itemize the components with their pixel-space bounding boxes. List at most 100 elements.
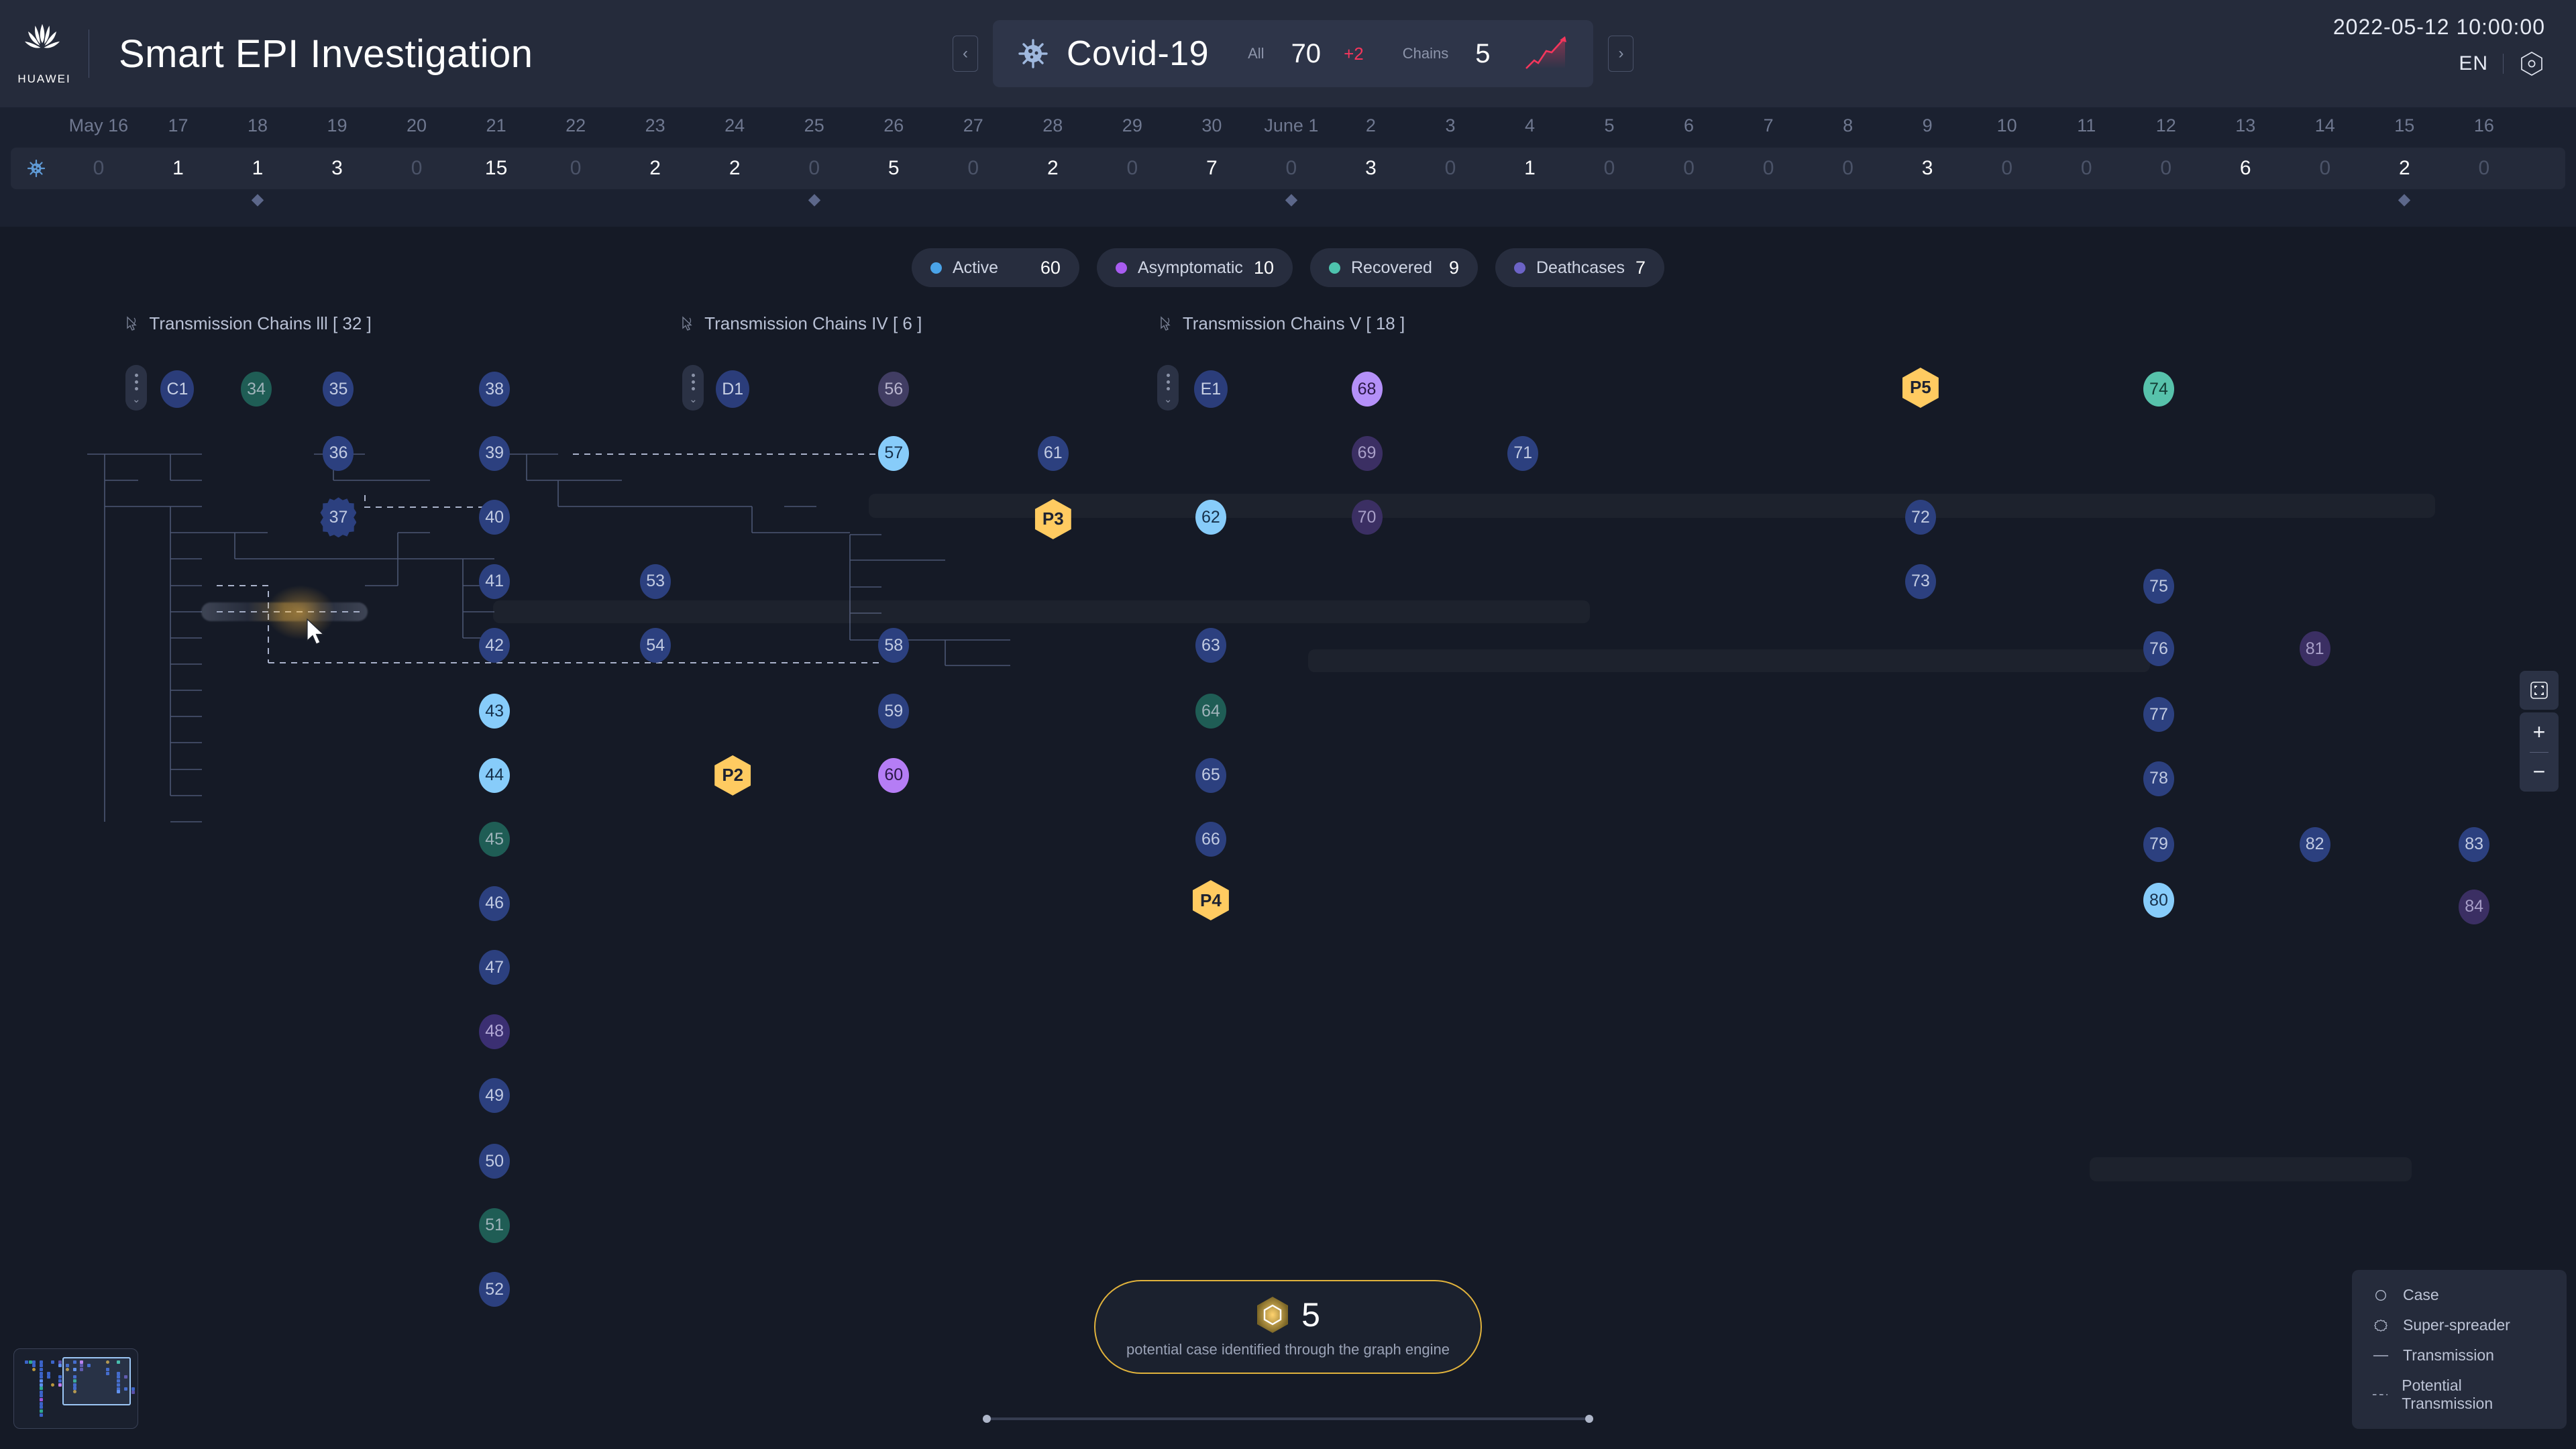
chain-menu-button-2[interactable]: ⌄ [682,364,704,411]
timeline-day-count[interactable]: 0 [1748,157,1788,180]
timeline-day-label[interactable]: 15 [2364,115,2445,136]
status-chip-deathcases[interactable]: Deathcases 7 [1495,248,1665,287]
timeline-day-count[interactable]: 6 [2225,157,2265,180]
timeline-counts-track[interactable]: 0 1 1 3 0 15 0 2 2 0 5 0 2 0 7 0 3 0 1 0 0 0 0 3 0 0 0 6 0 2 0 [11,148,2565,189]
timeline-day-count[interactable]: 0 [555,157,596,180]
timeline-day-count[interactable]: 2 [714,157,755,180]
timeline-day-label[interactable]: 23 [615,115,696,136]
timeline-day-label[interactable]: 27 [933,115,1014,136]
timeline-day-label[interactable]: 4 [1489,115,1570,136]
graph-node-66[interactable]: 66 [1195,822,1226,857]
timeline-day-label[interactable]: 5 [1569,115,1650,136]
graph-node-59[interactable]: 59 [878,694,910,729]
timeline-day-label[interactable]: 14 [2285,115,2365,136]
timeline-day-label[interactable]: 9 [1887,115,1968,136]
graph-node-43[interactable]: 43 [479,694,511,729]
graph-node-D1[interactable]: D1 [716,370,750,409]
timeline-day-count[interactable]: 7 [1191,157,1232,180]
timeline-day-count[interactable]: 1 [237,157,278,180]
timeline-day-count[interactable]: 0 [1987,157,2027,180]
timeline-day-count[interactable]: 0 [1430,157,1470,180]
timeline-day-count[interactable]: 0 [1589,157,1629,180]
graph-node-37[interactable]: 37 [320,497,357,538]
timeline-day-count[interactable]: 0 [1669,157,1709,180]
graph-node-E1[interactable]: E1 [1193,370,1228,409]
graph-node-56[interactable]: 56 [878,372,910,407]
timeline-day-label[interactable]: 17 [138,115,218,136]
timeline-day-count[interactable]: 0 [1271,157,1311,180]
timeline-day-count[interactable]: 1 [158,157,198,180]
graph-node-57[interactable]: 57 [878,435,910,471]
graph-node-71[interactable]: 71 [1507,435,1539,471]
graph-node-69[interactable]: 69 [1351,435,1383,471]
graph-node-78[interactable]: 78 [2143,761,2174,796]
timeline-day-label[interactable]: 19 [297,115,378,136]
chevron-down-icon[interactable]: ⌄ [132,394,141,405]
graph-node-61[interactable]: 61 [1037,435,1069,471]
chain-title-1[interactable]: Transmission Chains lll [ 32 ] [125,313,372,334]
graph-node-76[interactable]: 76 [2143,631,2174,667]
chain-title-2[interactable]: Transmission Chains IV [ 6 ] [680,313,922,334]
timeline-day-label[interactable]: 30 [1171,115,1252,136]
timeline-day-count[interactable]: 15 [476,157,517,180]
fit-to-screen-button[interactable] [2520,671,2559,710]
timeline-day-label[interactable]: 2 [1330,115,1411,136]
timeline-bar[interactable]: May 16 17 18 19 20 21 22 23 24 25 26 27 28 29 30 June 1… [0,107,2576,227]
graph-node-39[interactable]: 39 [479,435,511,471]
scrollbar-knob-left[interactable] [983,1415,991,1423]
next-disease-button[interactable]: › [1608,36,1634,72]
graph-node-64[interactable]: 64 [1195,694,1226,729]
timeline-day-label[interactable]: 12 [2126,115,2206,136]
timeline-day-label[interactable]: 20 [376,115,457,136]
timeline-day-count[interactable]: 2 [635,157,676,180]
graph-node-C1[interactable]: C1 [160,370,195,409]
timeline-day-label[interactable]: 26 [853,115,934,136]
timeline-day-label[interactable]: 7 [1728,115,1809,136]
timeline-day-label[interactable]: 18 [217,115,298,136]
graph-node-80[interactable]: 80 [2143,883,2174,918]
graph-node-62[interactable]: 62 [1195,500,1226,535]
language-selector[interactable]: EN [2459,52,2488,75]
timeline-day-count[interactable]: 5 [873,157,914,180]
graph-minimap[interactable] [13,1348,138,1429]
graph-node-73[interactable]: 73 [1904,564,1936,599]
status-chip-recovered[interactable]: Recovered 9 [1309,248,1478,287]
timeline-day-count[interactable]: 0 [1828,157,1868,180]
timeline-day-label[interactable]: 6 [1649,115,1729,136]
zoom-in-button[interactable]: + [2520,712,2559,752]
prev-disease-button[interactable]: ‹ [953,36,978,72]
graph-node-74[interactable]: 74 [2143,372,2174,407]
timeline-day-label[interactable]: May 16 [58,115,139,136]
timeline-day-count[interactable]: 3 [317,157,358,180]
disease-summary-card[interactable]: Covid-19 All 70 +2 Chains 5 [993,20,1594,87]
timeline-day-label[interactable]: 13 [2205,115,2286,136]
chevron-down-icon[interactable]: ⌄ [1164,394,1173,405]
graph-node-49[interactable]: 49 [479,1078,511,1114]
graph-node-75[interactable]: 75 [2143,569,2174,604]
graph-node-40[interactable]: 40 [479,500,511,535]
timeline-day-label[interactable]: June 1 [1251,115,1332,136]
graph-node-84[interactable]: 84 [2459,889,2490,924]
timeline-day-count[interactable]: 2 [1032,157,1073,180]
timeline-day-label[interactable]: 8 [1808,115,1888,136]
timeline-day-label[interactable]: 24 [694,115,775,136]
timeline-day-label[interactable]: 3 [1410,115,1491,136]
graph-node-58[interactable]: 58 [878,628,910,663]
graph-node-50[interactable]: 50 [479,1144,511,1179]
graph-horizontal-scrollbar[interactable] [983,1414,1593,1424]
graph-node-54[interactable]: 54 [640,628,672,663]
timeline-day-label[interactable]: 21 [456,115,537,136]
graph-node-35[interactable]: 35 [323,372,354,407]
timeline-day-count[interactable]: 0 [2146,157,2186,180]
timeline-day-count[interactable]: 0 [2305,157,2345,180]
graph-node-72[interactable]: 72 [1904,500,1936,535]
timeline-day-count[interactable]: 0 [1112,157,1152,180]
graph-node-51[interactable]: 51 [479,1208,511,1243]
transmission-graph-canvas[interactable]: Transmission Chains lll [ 32 ] Transmissi… [0,295,2576,1449]
graph-node-68[interactable]: 68 [1351,372,1383,407]
timeline-day-label[interactable]: 28 [1012,115,1093,136]
timeline-day-count[interactable]: 0 [953,157,994,180]
timeline-day-label[interactable]: 16 [2444,115,2524,136]
graph-node-42[interactable]: 42 [479,628,511,663]
graph-node-47[interactable]: 47 [479,950,511,985]
